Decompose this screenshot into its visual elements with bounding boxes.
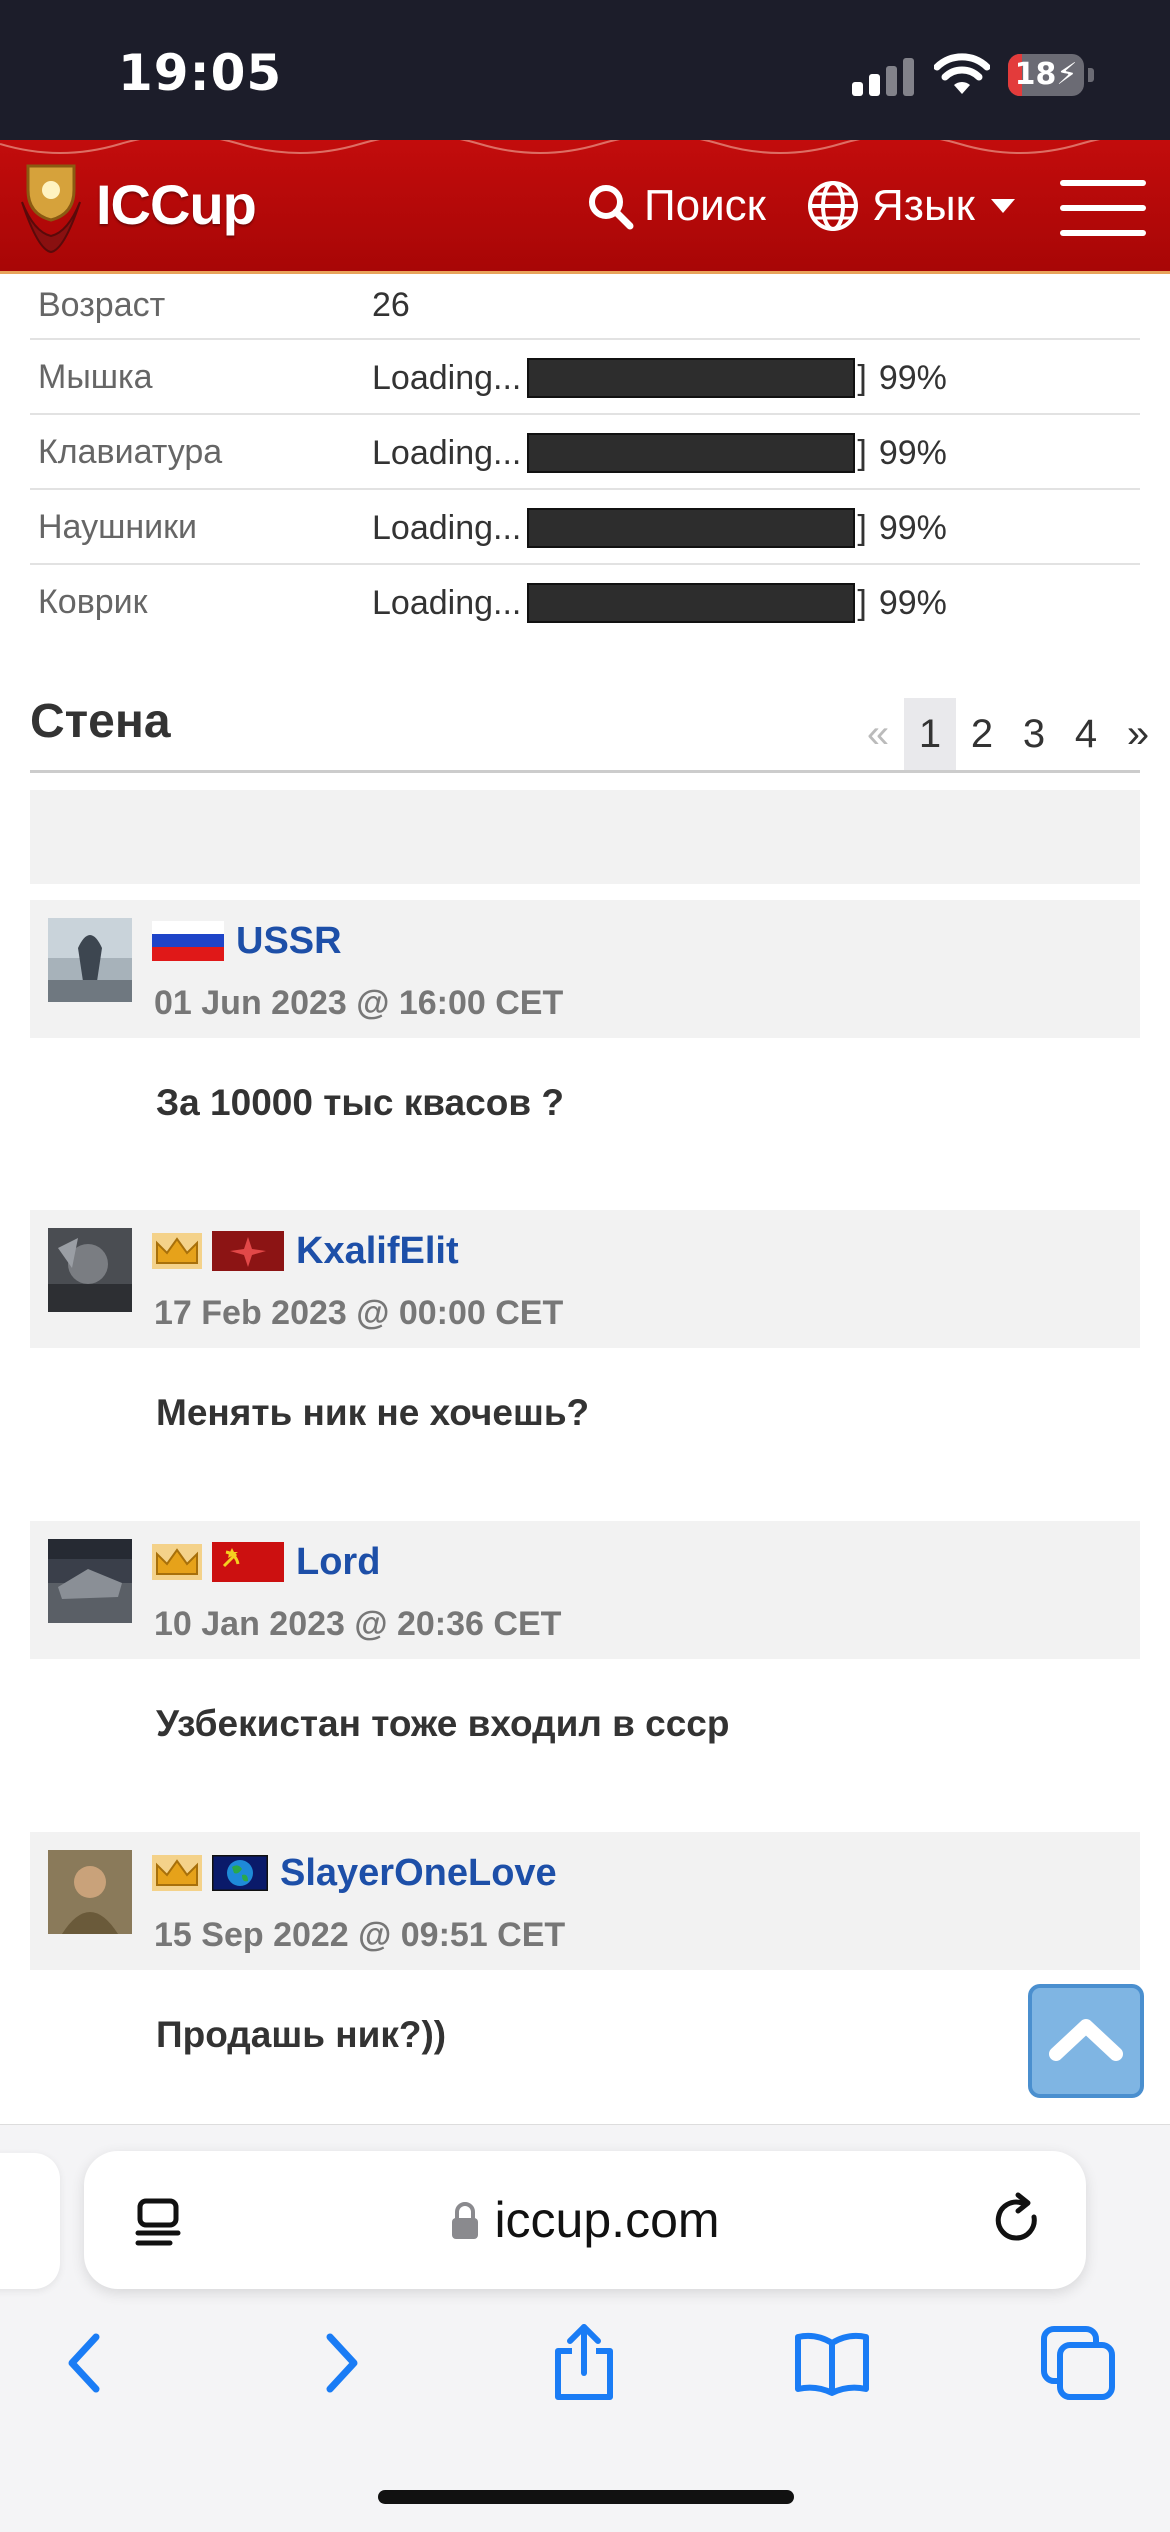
globe-icon — [808, 181, 858, 231]
post-username[interactable]: KxalifElit — [296, 1230, 459, 1273]
wall-title: Стена — [30, 695, 171, 748]
address-bar[interactable]: iccup.com — [84, 2151, 1086, 2289]
post-date: 10 Jan 2023 @ 20:36 CET — [154, 1605, 562, 1643]
info-label: Коврик — [38, 583, 148, 621]
wall-post-header: SlayerOneLove 15 Sep 2022 @ 09:51 CET — [30, 1832, 1140, 1970]
info-value: Loading...] 99% — [372, 583, 947, 623]
info-value: Loading...] 99% — [372, 358, 947, 398]
home-indicator — [378, 2490, 794, 2504]
info-label: Клавиатура — [38, 433, 223, 471]
share-icon[interactable] — [542, 2321, 626, 2405]
post-username[interactable]: SlayerOneLove — [280, 1852, 557, 1895]
browser-toolbar: iccup.com — [0, 2124, 1170, 2532]
pagination-page-2[interactable]: 2 — [956, 698, 1008, 770]
pagination-prev[interactable]: « — [852, 698, 904, 770]
pagination-page-3[interactable]: 3 — [1008, 698, 1060, 770]
loading-bar — [527, 508, 856, 548]
back-arrow-icon[interactable] — [44, 2321, 128, 2405]
search-button[interactable]: Поиск — [586, 178, 766, 234]
previous-tab-preview[interactable] — [0, 2153, 60, 2289]
post-text: Узбекистан тоже входил в ссср — [156, 1703, 730, 1744]
signal-icon — [852, 58, 916, 96]
pagination-next[interactable]: » — [1112, 698, 1164, 770]
scroll-to-top-button[interactable] — [1028, 1984, 1144, 2098]
info-label: Мышка — [38, 358, 153, 396]
info-row-mouse: Мышка Loading...] 99% — [30, 340, 1140, 415]
pagination-page-4[interactable]: 4 — [1060, 698, 1112, 770]
garland-decoration — [0, 140, 1101, 154]
avatar[interactable] — [48, 1228, 132, 1312]
ussr-flag-icon — [212, 1542, 284, 1582]
post-user-line: USSR — [152, 916, 342, 966]
battery-text: 18⚡ — [1014, 57, 1078, 92]
crown-icon — [152, 1855, 202, 1891]
info-row-headphones: Наушники Loading...] 99% — [30, 490, 1140, 565]
wall-post-header: KxalifElit 17 Feb 2023 @ 00:00 CET — [30, 1210, 1140, 1348]
post-user-line: SlayerOneLove — [152, 1848, 557, 1898]
post-date: 15 Sep 2022 @ 09:51 CET — [154, 1916, 566, 1954]
info-label: Возраст — [38, 286, 166, 324]
post-date: 01 Jun 2023 @ 16:00 CET — [154, 984, 564, 1022]
post-username[interactable]: USSR — [236, 920, 342, 963]
clan-flag-icon — [212, 1231, 284, 1271]
lock-icon — [452, 2202, 479, 2239]
chevron-down-icon — [990, 199, 1015, 213]
logo-text[interactable]: ICCup — [96, 172, 257, 237]
post-user-line: Lord — [152, 1537, 380, 1587]
loading-bar — [527, 358, 856, 398]
url-display: iccup.com — [84, 2151, 1086, 2289]
info-row-mousepad: Коврик Loading...] 99% — [30, 565, 1140, 640]
avatar[interactable] — [48, 1850, 132, 1934]
crown-icon — [152, 1544, 202, 1580]
post-text: Менять ник не хочешь? — [156, 1392, 590, 1433]
chevron-up-icon — [1049, 2019, 1123, 2061]
battery-icon: 18⚡ — [1008, 54, 1084, 96]
pagination: « 1 2 3 4 » — [852, 698, 1164, 770]
avatar[interactable] — [48, 1539, 132, 1623]
search-label: Поиск — [644, 181, 766, 230]
tabs-icon[interactable] — [1036, 2321, 1120, 2405]
post-text: Продашь ник?)) — [156, 2014, 447, 2055]
forward-arrow-icon[interactable] — [298, 2321, 382, 2405]
avatar[interactable] — [48, 918, 132, 1002]
status-time: 19:05 — [118, 44, 283, 102]
russia-flag-icon — [152, 921, 224, 961]
search-icon — [589, 185, 634, 230]
reload-icon[interactable] — [988, 2191, 1048, 2251]
world-flag-icon — [212, 1855, 268, 1891]
info-value: 26 — [372, 286, 410, 324]
site-header: ICCup Поиск Язык — [0, 140, 1170, 274]
iccup-logo-emblem[interactable] — [18, 162, 84, 254]
post-text: За 10000 тыс квасов ? — [156, 1082, 564, 1123]
info-value: Loading...] 99% — [372, 433, 947, 473]
loading-bar — [527, 583, 856, 623]
info-row-keyboard: Клавиатура Loading...] 99% — [30, 415, 1140, 490]
menu-button[interactable] — [1060, 180, 1146, 236]
wifi-icon — [934, 53, 990, 94]
profile-info-table: Возраст 26 Мышка Loading...] 99% Клавиату… — [30, 268, 1140, 640]
pagination-page-1[interactable]: 1 — [904, 698, 956, 770]
loading-bar — [527, 433, 856, 473]
battery-cap — [1088, 68, 1094, 82]
post-user-line: KxalifElit — [152, 1226, 459, 1276]
info-value: Loading...] 99% — [372, 508, 947, 548]
wall-divider — [30, 770, 1140, 773]
crown-icon — [152, 1233, 202, 1269]
post-date: 17 Feb 2023 @ 00:00 CET — [154, 1294, 564, 1332]
post-username[interactable]: Lord — [296, 1541, 380, 1584]
wall-post-header: Lord 10 Jan 2023 @ 20:36 CET — [30, 1521, 1140, 1659]
info-label: Наушники — [38, 508, 197, 546]
language-label: Язык — [872, 181, 975, 230]
wall-post-header: USSR 01 Jun 2023 @ 16:00 CET — [30, 900, 1140, 1038]
bookmarks-icon[interactable] — [790, 2321, 874, 2405]
status-bar: 19:05 18⚡ — [0, 0, 1170, 140]
language-button[interactable]: Язык — [806, 178, 1015, 234]
info-row-age: Возраст 26 — [30, 268, 1140, 340]
wall-input-area[interactable] — [30, 790, 1140, 884]
